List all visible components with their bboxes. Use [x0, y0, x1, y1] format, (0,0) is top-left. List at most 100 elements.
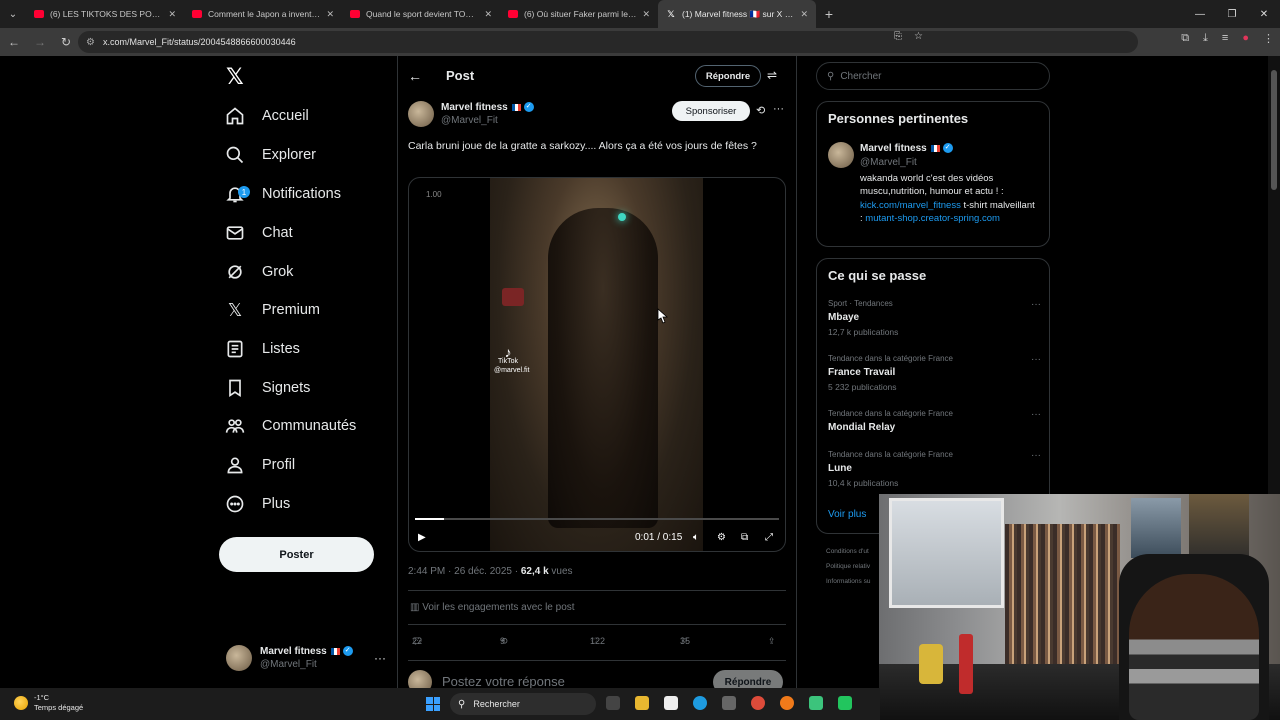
- settings-gear-icon[interactable]: ⚙: [717, 532, 726, 543]
- game-app-icon[interactable]: [838, 696, 852, 710]
- back-arrow-icon[interactable]: ←: [408, 68, 422, 84]
- close-icon[interactable]: ✕: [484, 9, 492, 20]
- nav-more[interactable]: Plus: [224, 486, 290, 522]
- post-button[interactable]: Poster: [219, 537, 374, 572]
- app-icon[interactable]: [809, 696, 823, 710]
- account-switcher[interactable]: Marvel fitness ✓ @Marvel_Fit ···: [226, 641, 386, 675]
- background-light: [618, 213, 626, 221]
- download-icon[interactable]: ⤓: [1203, 32, 1208, 45]
- more-dots-icon[interactable]: ···: [1031, 299, 1041, 310]
- close-icon[interactable]: ✕: [168, 9, 176, 20]
- engagements-link[interactable]: ▥ Voir les engagements avec le post: [410, 602, 575, 613]
- browser-tab[interactable]: Comment le Japon a inventé l'a ✕: [184, 0, 342, 28]
- reload-icon[interactable]: ↻: [54, 30, 78, 54]
- weather-widget[interactable]: -1°C Temps dégagé: [14, 693, 83, 713]
- see-more-link[interactable]: Voir plus: [828, 509, 866, 520]
- store-icon[interactable]: [722, 696, 736, 710]
- nav-communities[interactable]: Communautés: [224, 408, 356, 444]
- play-icon[interactable]: ▶: [418, 532, 426, 543]
- footer-link[interactable]: Politique relativ: [826, 559, 870, 574]
- nav-bookmarks[interactable]: Signets: [224, 370, 310, 406]
- nav-chat[interactable]: Chat: [224, 215, 293, 251]
- browser-tab[interactable]: (6) LES TIKTOKS DES POLITIQUE ✕: [26, 0, 184, 28]
- nav-grok[interactable]: Grok: [224, 254, 293, 290]
- new-tab-icon[interactable]: +: [816, 6, 842, 22]
- url-field[interactable]: ⚙ x.com/Marvel_Fit/status/20045488666000…: [78, 31, 1138, 53]
- share-icon[interactable]: ⇪: [768, 636, 776, 647]
- chrome-icon[interactable]: [751, 696, 765, 710]
- back-arrow-icon[interactable]: ←: [2, 30, 26, 54]
- nav-home[interactable]: Accueil: [224, 98, 309, 134]
- person-name[interactable]: Marvel fitness: [860, 143, 927, 154]
- more-dots-icon[interactable]: ···: [1031, 354, 1041, 365]
- task-view-icon[interactable]: [606, 696, 620, 710]
- forward-arrow-icon[interactable]: →: [28, 30, 52, 54]
- bio-link[interactable]: kick.com/marvel_fitness: [860, 200, 961, 211]
- more-dots-icon[interactable]: ···: [1031, 450, 1041, 461]
- trend-item[interactable]: Tendance dans la catégorie France Lune 1…: [828, 450, 1043, 488]
- person-handle[interactable]: @Marvel_Fit: [860, 157, 917, 168]
- edge-icon[interactable]: [693, 696, 707, 710]
- browser-tab[interactable]: Quand le sport devient TOXIQUE ✕: [342, 0, 500, 28]
- firefox-icon[interactable]: [780, 696, 794, 710]
- document-icon[interactable]: [664, 696, 678, 710]
- background-furniture: [502, 288, 524, 306]
- trend-item[interactable]: Sport · Tendances Mbaye 12,7 k publicati…: [828, 299, 1043, 337]
- scrollbar-thumb[interactable]: [1271, 70, 1277, 190]
- browser-tab-active[interactable]: 𝕏 (1) Marvel fitness 🇫🇷 sur X : "Car ✕: [658, 0, 816, 28]
- avatar[interactable]: [408, 101, 434, 127]
- trend-name: Mondial Relay: [828, 422, 896, 433]
- author-name[interactable]: Marvel fitness: [441, 102, 508, 113]
- nav-notifications[interactable]: 1 Notifications: [224, 176, 341, 212]
- tweet-timestamp[interactable]: 2:44 PM · 26 déc. 2025 ·: [408, 566, 521, 577]
- nav-profile[interactable]: Profil: [224, 447, 295, 483]
- footer-link[interactable]: Informations su: [826, 574, 870, 589]
- youtube-icon: [34, 10, 44, 18]
- media-icon[interactable]: ≡: [1222, 32, 1228, 45]
- reply-submit-button[interactable]: Répondre: [713, 670, 783, 688]
- extensions-icon[interactable]: ⧉: [1181, 32, 1189, 45]
- volume-icon[interactable]: 🔈︎: [693, 532, 699, 543]
- avatar[interactable]: [828, 142, 854, 168]
- picture-in-picture-icon[interactable]: ⧉: [741, 532, 748, 543]
- fullscreen-icon[interactable]: ⤢: [765, 532, 773, 543]
- trend-item[interactable]: Tendance dans la catégorie France France…: [828, 354, 1043, 392]
- more-dots-icon[interactable]: ···: [374, 651, 386, 665]
- youtube-icon: [192, 10, 202, 18]
- profile-avatar-icon[interactable]: ●: [1242, 32, 1249, 45]
- reply-button[interactable]: Répondre: [695, 65, 761, 87]
- windows-start-icon[interactable]: [426, 697, 440, 711]
- file-explorer-icon[interactable]: [635, 696, 649, 710]
- video-player[interactable]: 1.00 ♪ TikTok @marvel.fit ▶ 0:01 / 0:15 …: [408, 177, 786, 552]
- browser-tab[interactable]: (6) Où situer Faker parmi les lég ✕: [500, 0, 658, 28]
- author-handle[interactable]: @Marvel_Fit: [441, 115, 498, 126]
- search-input[interactable]: ⚲ Chercher: [816, 62, 1050, 90]
- footer-link[interactable]: Conditions d'ut: [826, 544, 870, 559]
- bio-link[interactable]: mutant-shop.creator-spring.com: [865, 213, 1000, 224]
- close-icon[interactable]: ✕: [642, 9, 650, 20]
- tweet-meta: 2:44 PM · 26 déc. 2025 · 62,4 k vues: [408, 566, 573, 577]
- reply-input[interactable]: Postez votre réponse: [442, 674, 565, 688]
- x-logo-icon[interactable]: 𝕏: [226, 64, 250, 89]
- video-progress-bar[interactable]: [415, 518, 779, 520]
- tab-search-icon[interactable]: ⌄: [0, 0, 26, 28]
- nav-lists[interactable]: Listes: [224, 331, 300, 367]
- more-dots-icon[interactable]: ···: [1031, 409, 1041, 420]
- taskbar-search[interactable]: ⚲ Rechercher: [450, 693, 596, 715]
- close-icon[interactable]: ✕: [800, 9, 808, 20]
- minimize-icon[interactable]: —: [1184, 0, 1216, 28]
- close-icon[interactable]: ✕: [326, 9, 334, 20]
- sponsor-button[interactable]: Sponsoriser: [672, 101, 750, 121]
- close-window-icon[interactable]: ✕: [1248, 0, 1280, 28]
- more-dots-icon[interactable]: ···: [773, 103, 784, 115]
- trend-item[interactable]: Tendance dans la catégorie France Mondia…: [828, 409, 1043, 433]
- grok-icon[interactable]: ⟲: [756, 104, 765, 117]
- nav-premium[interactable]: 𝕏 Premium: [224, 292, 320, 328]
- browser-menu-icon[interactable]: ⋮: [1263, 32, 1274, 45]
- restore-icon[interactable]: ❐: [1216, 0, 1248, 28]
- video-frame[interactable]: ♪ TikTok @marvel.fit: [490, 178, 703, 551]
- settings-sliders-icon[interactable]: ⇌: [767, 68, 777, 82]
- site-info-icon[interactable]: ⚙: [86, 37, 95, 48]
- nav-explore[interactable]: Explorer: [224, 137, 316, 173]
- webcam-person: [1129, 574, 1259, 720]
